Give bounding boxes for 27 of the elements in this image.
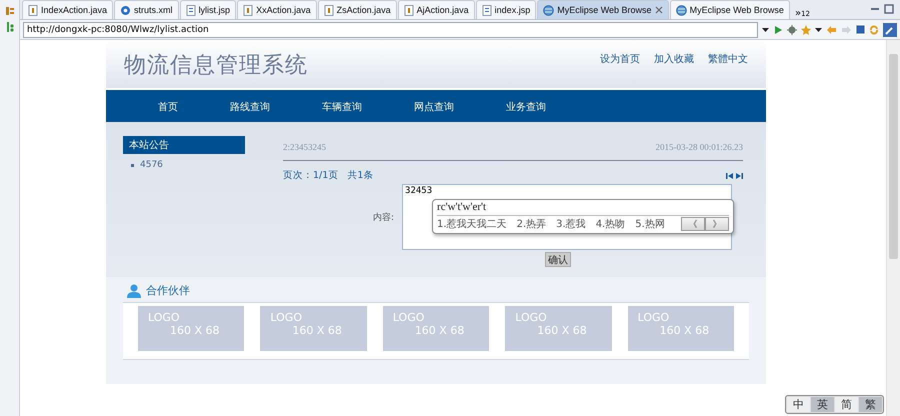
message-time: 2015-03-28 00:01:26.23 bbox=[656, 142, 743, 152]
tab-label: AjAction.java bbox=[416, 5, 469, 15]
logo-text: LOGO bbox=[270, 311, 303, 324]
tab-label: struts.xml bbox=[134, 5, 173, 15]
logo-size: 160 X 68 bbox=[414, 324, 466, 337]
logo-size: 160 X 68 bbox=[170, 324, 221, 337]
logo-text: LOGO bbox=[392, 311, 426, 324]
logo-size: 160 X 68 bbox=[537, 324, 588, 337]
logo-text: LOGO bbox=[515, 311, 548, 324]
tab-label: lylist.jsp bbox=[198, 5, 230, 15]
logo-text: LOGO bbox=[148, 311, 181, 324]
ime-composition: rc'w't'w'er't bbox=[437, 201, 730, 216]
logo-size: 160 X 68 bbox=[292, 324, 343, 337]
content-label: 内容: bbox=[373, 212, 394, 224]
tab-label: IndexAction.java bbox=[41, 5, 108, 15]
tab-label: index.jsp bbox=[494, 5, 530, 15]
tab-label: MyEclipse Web Browse bbox=[557, 5, 652, 15]
site-title: 物流信息管理系统 bbox=[124, 51, 308, 79]
sidebar-heading: 本站公告 bbox=[123, 136, 245, 154]
tab-label: MyEclipse Web Browse bbox=[690, 5, 784, 15]
logo-size: 160 X 68 bbox=[660, 324, 710, 337]
tab-label: XxAction.java bbox=[256, 5, 311, 15]
partners-title: 合作伙伴 bbox=[146, 283, 190, 298]
pager-text: 页次：1/1页 共1条 bbox=[283, 169, 374, 182]
tab-label: ZsAction.java bbox=[336, 5, 391, 15]
message-author: 2:23453245 bbox=[283, 142, 326, 152]
logo-text: LOGO bbox=[638, 311, 670, 324]
